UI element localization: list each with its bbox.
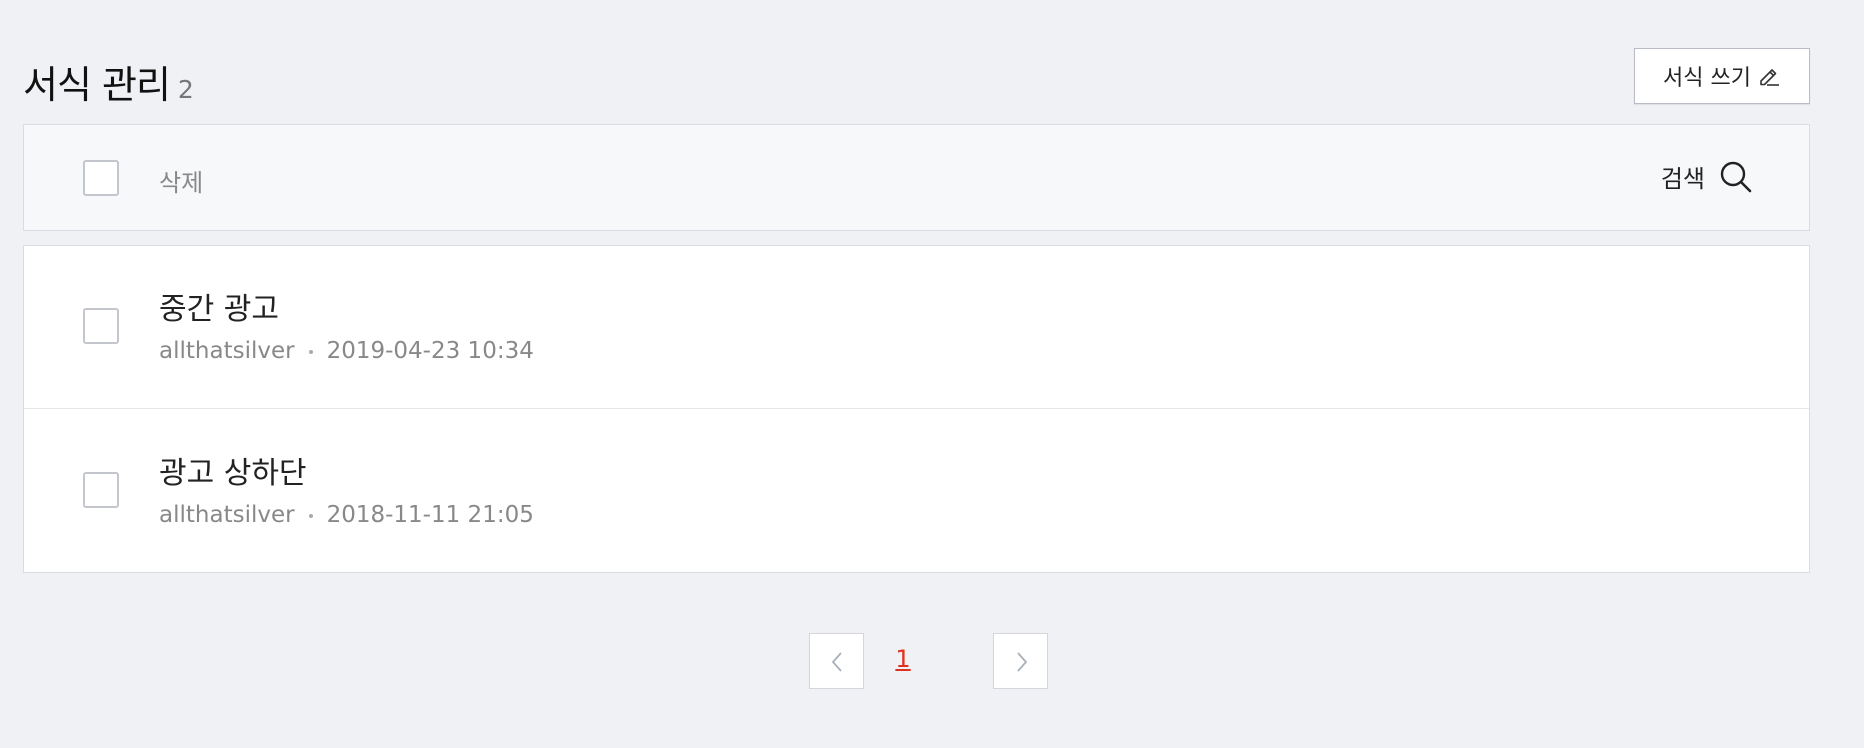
template-list: 중간 광고 allthatsilver 2019-04-23 10:34 광고 상… [23, 245, 1810, 573]
template-author: allthatsilver [159, 502, 295, 528]
pencil-icon [1757, 64, 1781, 88]
page-title-text: 서식 관리 [23, 63, 171, 107]
page-number-current[interactable]: 1 [889, 645, 917, 673]
write-template-label: 서식 쓰기 [1663, 66, 1751, 91]
next-page-button[interactable] [993, 633, 1048, 689]
template-title-link[interactable]: 중간 광고 [159, 284, 279, 328]
page-header: 서식 관리 2 서식 쓰기 [23, 48, 1810, 108]
template-meta: allthatsilver 2018-11-11 21:05 [159, 502, 534, 528]
search-button[interactable]: 검색 [1661, 159, 1753, 194]
chevron-left-icon [831, 652, 842, 672]
separator-dot [308, 513, 313, 518]
select-all-checkbox[interactable] [83, 160, 119, 196]
list-toolbar: 삭제 검색 [23, 124, 1810, 231]
list-item: 중간 광고 allthatsilver 2019-04-23 10:34 [24, 246, 1809, 409]
template-date: 2018-11-11 21:05 [326, 502, 534, 528]
template-meta: allthatsilver 2019-04-23 10:34 [159, 338, 534, 364]
chevron-right-icon [1017, 652, 1028, 672]
delete-button[interactable]: 삭제 [159, 163, 203, 198]
item-count: 2 [177, 75, 194, 104]
write-template-button[interactable]: 서식 쓰기 [1634, 48, 1810, 104]
row-checkbox[interactable] [83, 472, 119, 508]
search-icon [1719, 160, 1753, 194]
template-date: 2019-04-23 10:34 [326, 338, 534, 364]
template-author: allthatsilver [159, 338, 295, 364]
row-checkbox[interactable] [83, 308, 119, 344]
search-label: 검색 [1660, 165, 1705, 193]
separator-dot [308, 349, 313, 354]
page-title: 서식 관리 2 [23, 54, 194, 109]
prev-page-button[interactable] [809, 633, 864, 689]
template-title-link[interactable]: 광고 상하단 [159, 448, 307, 492]
list-item: 광고 상하단 allthatsilver 2018-11-11 21:05 [24, 410, 1809, 573]
